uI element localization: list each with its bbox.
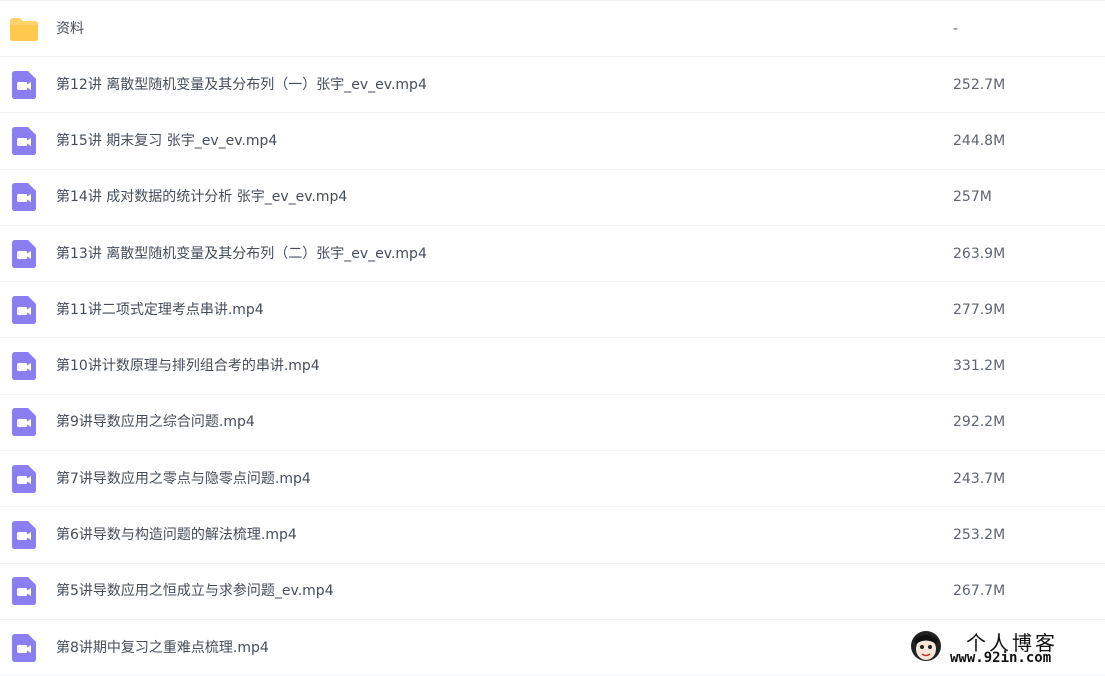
video-file-icon bbox=[8, 632, 40, 664]
file-size: 292.2M bbox=[953, 413, 1005, 431]
video-file-icon bbox=[8, 519, 40, 551]
video-file-icon bbox=[8, 575, 40, 607]
file-size: 331.2M bbox=[953, 357, 1005, 375]
video-file-icon bbox=[8, 294, 40, 326]
file-row[interactable]: 第13讲 离散型随机变量及其分布列（二）张宇_ev_ev.mp4 263.9M bbox=[0, 226, 1105, 282]
file-size: 277.9M bbox=[953, 301, 1005, 319]
file-name[interactable]: 第14讲 成对数据的统计分析 张宇_ev_ev.mp4 bbox=[56, 188, 347, 206]
video-file-icon bbox=[8, 69, 40, 101]
file-row[interactable]: 第5讲导数应用之恒成立与求参问题_ev.mp4 267.7M bbox=[0, 564, 1105, 620]
file-row[interactable]: 第12讲 离散型随机变量及其分布列（一）张宇_ev_ev.mp4 252.7M bbox=[0, 57, 1105, 113]
file-name[interactable]: 第6讲导数与构造问题的解法梳理.mp4 bbox=[56, 526, 297, 544]
watermark-url: www.92in.com bbox=[950, 650, 1051, 666]
file-name[interactable]: 第8讲期中复习之重难点梳理.mp4 bbox=[56, 639, 269, 657]
file-name[interactable]: 第5讲导数应用之恒成立与求参问题_ev.mp4 bbox=[56, 582, 334, 600]
file-size: 244.8M bbox=[953, 132, 1005, 150]
file-list: 资料 - 第12讲 离散型随机变量及其分布列（一）张宇_ev_ev.mp4 252.7… bbox=[0, 0, 1105, 669]
file-row[interactable]: 第14讲 成对数据的统计分析 张宇_ev_ev.mp4 257M bbox=[0, 170, 1105, 226]
file-row[interactable]: 第9讲导数应用之综合问题.mp4 292.2M bbox=[0, 395, 1105, 451]
file-name[interactable]: 第13讲 离散型随机变量及其分布列（二）张宇_ev_ev.mp4 bbox=[56, 245, 427, 263]
file-size: 253.2M bbox=[953, 526, 1005, 544]
file-name[interactable]: 第7讲导数应用之零点与隐零点问题.mp4 bbox=[56, 470, 311, 488]
file-size: 243.7M bbox=[953, 470, 1005, 488]
video-file-icon bbox=[8, 406, 40, 438]
video-file-icon bbox=[8, 350, 40, 382]
video-file-icon bbox=[8, 463, 40, 495]
video-file-icon bbox=[8, 125, 40, 157]
file-row[interactable]: 第7讲导数应用之零点与隐零点问题.mp4 243.7M bbox=[0, 451, 1105, 507]
avatar-icon bbox=[908, 628, 944, 664]
file-row[interactable]: 资料 - bbox=[0, 1, 1105, 57]
file-name[interactable]: 第12讲 离散型随机变量及其分布列（一）张宇_ev_ev.mp4 bbox=[56, 76, 427, 94]
video-file-icon bbox=[8, 238, 40, 270]
file-size: 263.9M bbox=[953, 245, 1005, 263]
file-row[interactable]: 第15讲 期末复习 张宇_ev_ev.mp4 244.8M bbox=[0, 113, 1105, 169]
file-name[interactable]: 第11讲二项式定理考点串讲.mp4 bbox=[56, 301, 264, 319]
file-name[interactable]: 第9讲导数应用之综合问题.mp4 bbox=[56, 413, 255, 431]
file-size: 267.7M bbox=[953, 582, 1005, 600]
video-file-icon bbox=[8, 181, 40, 213]
file-row[interactable]: 第6讲导数与构造问题的解法梳理.mp4 253.2M bbox=[0, 507, 1105, 563]
folder-icon bbox=[8, 13, 40, 45]
file-size: - bbox=[953, 20, 958, 38]
file-row[interactable]: 第11讲二项式定理考点串讲.mp4 277.9M bbox=[0, 282, 1105, 338]
watermark: 个人博客 www.92in.com bbox=[908, 627, 1093, 667]
file-name[interactable]: 第15讲 期末复习 张宇_ev_ev.mp4 bbox=[56, 132, 277, 150]
file-size: 257M bbox=[953, 188, 992, 206]
file-row[interactable]: 第10讲计数原理与排列组合考的串讲.mp4 331.2M bbox=[0, 338, 1105, 394]
file-name[interactable]: 资料 bbox=[56, 20, 84, 38]
file-name[interactable]: 第10讲计数原理与排列组合考的串讲.mp4 bbox=[56, 357, 320, 375]
file-size: 252.7M bbox=[953, 76, 1005, 94]
